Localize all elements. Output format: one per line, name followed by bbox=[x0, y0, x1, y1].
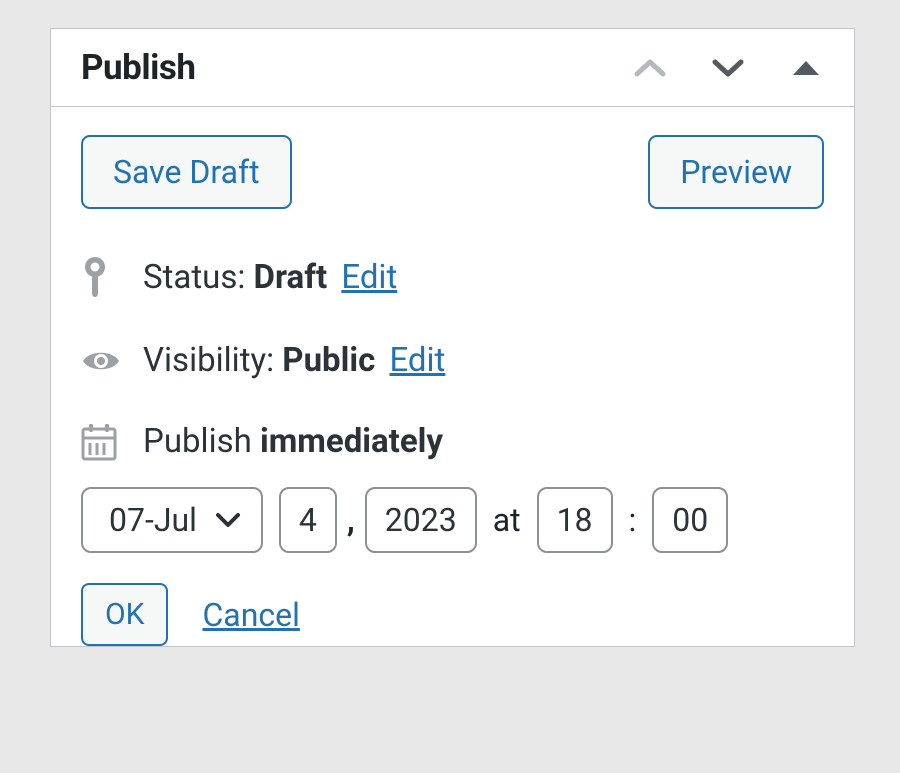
cancel-link[interactable]: Cancel bbox=[202, 596, 299, 634]
visibility-label: Visibility: bbox=[143, 341, 274, 380]
panel-collapse-toggle[interactable] bbox=[788, 50, 824, 86]
panel-title: Publish bbox=[81, 47, 195, 88]
key-icon bbox=[81, 255, 123, 299]
status-text: Status: Draft Edit bbox=[143, 258, 397, 297]
visibility-row: Visibility: Public Edit bbox=[81, 341, 824, 380]
publish-year-input[interactable]: 2023 bbox=[365, 487, 477, 553]
publish-panel: Publish Save Draft Preview bbox=[50, 28, 855, 647]
publish-when-text: Publish immediately bbox=[143, 422, 443, 461]
calendar-icon bbox=[81, 423, 123, 461]
publish-when-row: Publish immediately bbox=[81, 422, 824, 461]
publish-prefix: Publish bbox=[143, 422, 252, 461]
publish-when: immediately bbox=[260, 422, 443, 461]
panel-header: Publish bbox=[51, 29, 854, 107]
chevron-down-icon bbox=[711, 57, 745, 79]
publish-day-input[interactable]: 4 bbox=[279, 487, 337, 553]
eye-icon bbox=[81, 347, 123, 375]
publish-minute-input[interactable]: 00 bbox=[652, 487, 728, 553]
schedule-row: 07-Jul 4 , 2023 at 18 : 00 bbox=[81, 487, 824, 553]
status-value: Draft bbox=[254, 258, 328, 297]
ok-button[interactable]: OK bbox=[81, 583, 168, 646]
publish-month-value: 07-Jul bbox=[109, 501, 197, 539]
status-label: Status: bbox=[143, 258, 245, 297]
chevron-down-icon bbox=[215, 512, 241, 528]
visibility-edit-link[interactable]: Edit bbox=[389, 341, 445, 380]
visibility-text: Visibility: Public Edit bbox=[143, 341, 445, 380]
panel-body: Save Draft Preview Status: Draft Edit bbox=[51, 107, 854, 646]
confirm-row: OK Cancel bbox=[81, 583, 824, 646]
panel-move-down-button[interactable] bbox=[710, 50, 746, 86]
status-edit-link[interactable]: Edit bbox=[341, 258, 397, 297]
chevron-up-icon bbox=[633, 57, 667, 79]
panel-move-up-button[interactable] bbox=[632, 50, 668, 86]
time-colon: : bbox=[629, 501, 637, 539]
at-text: at bbox=[493, 501, 521, 539]
save-draft-button[interactable]: Save Draft bbox=[81, 135, 292, 209]
caret-up-icon bbox=[791, 59, 821, 77]
visibility-value: Public bbox=[282, 341, 375, 380]
date-comma: , bbox=[347, 501, 355, 539]
panel-header-controls bbox=[632, 50, 824, 86]
publish-hour-input[interactable]: 18 bbox=[537, 487, 613, 553]
draft-preview-row: Save Draft Preview bbox=[81, 135, 824, 209]
publish-month-select[interactable]: 07-Jul bbox=[81, 487, 263, 553]
status-row: Status: Draft Edit bbox=[81, 255, 824, 299]
preview-button[interactable]: Preview bbox=[648, 135, 824, 209]
